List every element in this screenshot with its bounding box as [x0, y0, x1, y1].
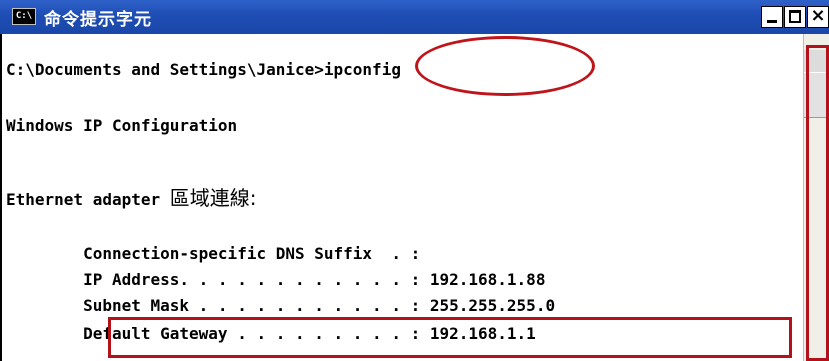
console-output[interactable]: C:\Documents and Settings\Janice>ipconfi… [0, 34, 804, 361]
dns-suffix-row: Connection-specific DNS Suffix . : [6, 244, 420, 264]
row-label: Connection-specific DNS Suffix . : [6, 244, 421, 263]
close-icon: × [810, 5, 826, 26]
scrollbar-highlight-box [806, 45, 829, 361]
maximize-button[interactable] [784, 6, 806, 28]
row-value: 192.168.1.88 [420, 270, 546, 289]
adapter-line: Ethernet adapter 區域連線: [6, 188, 257, 210]
command-prompt-window: C:\ 命令提示字元 × C:\Documents and Settings\J… [0, 0, 829, 361]
command-text: ipconfig [323, 60, 401, 79]
title-bar[interactable]: C:\ 命令提示字元 × [0, 0, 829, 34]
maximize-icon [789, 10, 801, 23]
minimize-icon [767, 20, 777, 23]
config-header: Windows IP Configuration [6, 116, 238, 135]
row-label: Subnet Mask . . . . . . . . . . . : [6, 296, 421, 315]
prompt-path: C:\Documents and Settings\Janice> [6, 60, 324, 79]
row-value: 255.255.255.0 [420, 296, 556, 315]
close-button[interactable]: × [807, 5, 829, 28]
prompt-line: C:\Documents and Settings\Janice>ipconfi… [6, 60, 401, 80]
window-title: 命令提示字元 [44, 10, 152, 30]
row-label: IP Address. . . . . . . . . . . . : [6, 270, 421, 289]
adapter-name: 區域連線: [169, 186, 257, 210]
command-highlight-ellipse [415, 36, 595, 96]
ip-address-row: IP Address. . . . . . . . . . . . : 192.… [6, 270, 545, 290]
cmd-icon[interactable]: C:\ [12, 8, 36, 25]
adapter-label: Ethernet adapter [6, 190, 170, 209]
subnet-mask-row: Subnet Mask . . . . . . . . . . . : 255.… [6, 296, 555, 316]
gateway-highlight-box [108, 317, 792, 358]
minimize-button[interactable] [761, 6, 783, 28]
